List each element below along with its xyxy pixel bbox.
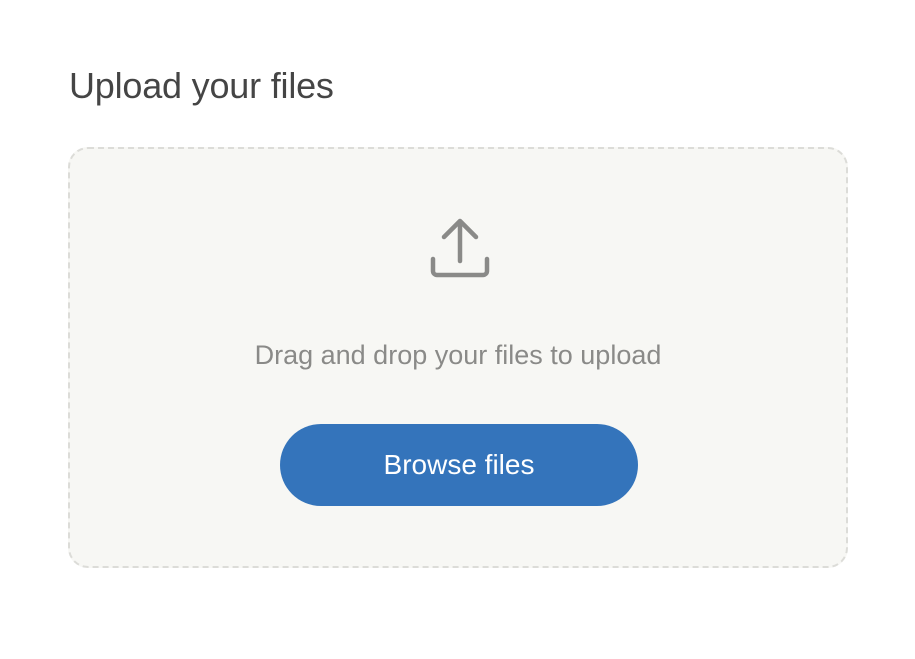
page-title: Upload your files xyxy=(69,65,334,106)
browse-files-button[interactable]: Browse files xyxy=(280,424,638,506)
upload-page: Upload your files Drag and drop your fil… xyxy=(0,0,915,659)
file-dropzone[interactable]: Drag and drop your files to upload Brows… xyxy=(68,147,848,568)
upload-icon xyxy=(430,218,490,278)
dropzone-hint: Drag and drop your files to upload xyxy=(254,340,662,370)
